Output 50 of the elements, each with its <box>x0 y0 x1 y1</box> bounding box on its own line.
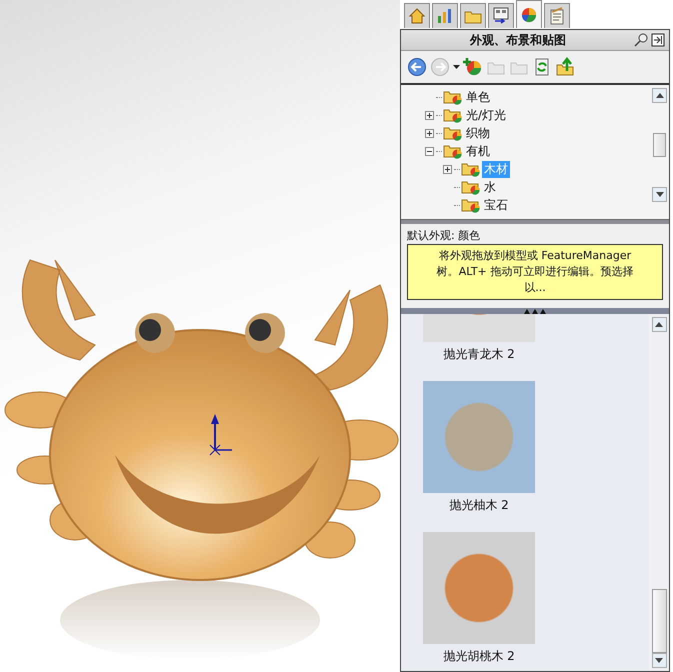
coordinate-triad-icon <box>210 414 232 456</box>
home-icon <box>408 7 426 25</box>
scroll-thumb[interactable] <box>652 589 666 653</box>
expander-icon[interactable] <box>425 146 435 156</box>
tree-item[interactable]: 有机 <box>464 142 492 160</box>
appearance-folder-icon <box>461 197 481 213</box>
appearance-ball-icon <box>520 6 538 24</box>
add-appearance-icon <box>463 57 483 77</box>
property-icon <box>492 7 510 25</box>
expander-icon[interactable] <box>425 128 435 138</box>
default-appearance-label: 默认外观: 颜色 <box>406 228 482 244</box>
tree-item[interactable]: 织物 <box>464 124 492 142</box>
splitter-handle[interactable] <box>401 308 669 314</box>
tree-item[interactable]: 宝石 <box>482 196 510 214</box>
appearance-caption: 抛光柚木 2 <box>449 497 509 514</box>
scroll-up-icon[interactable] <box>652 317 666 332</box>
scroll-down-icon[interactable] <box>652 187 667 202</box>
appearance-folder-icon <box>443 143 463 159</box>
tab[interactable] <box>404 3 430 28</box>
forward-icon <box>430 57 450 77</box>
appearance-caption: 抛光胡桃木 2 <box>443 648 515 665</box>
appearance-folder-icon <box>443 107 463 123</box>
tree-item[interactable]: 光/灯光 <box>464 106 508 124</box>
appearance-caption: 抛光青龙木 2 <box>443 346 515 363</box>
tab[interactable] <box>488 3 514 28</box>
expander-icon[interactable] <box>443 164 453 174</box>
tree-item[interactable]: 水 <box>482 178 498 196</box>
tab[interactable] <box>516 0 542 28</box>
expander-icon[interactable] <box>425 110 435 120</box>
tooltip: 将外观拖放到模型或 FeatureManager 树。ALT+ 拖动可立即进行编辑。预选择以... <box>407 244 663 300</box>
back-icon <box>407 57 427 77</box>
toolbar-button[interactable] <box>407 57 427 77</box>
chart-icon <box>436 7 454 25</box>
appearance-folder-icon <box>443 125 463 141</box>
caret-icon <box>453 65 460 69</box>
clipboard-icon <box>548 7 566 25</box>
panel-title: 外观、布景和贴图 <box>468 32 567 48</box>
appearance-folder-icon <box>461 179 481 195</box>
tab[interactable] <box>544 3 570 28</box>
appearance-folder-icon <box>461 161 481 177</box>
appearance-folder-icon <box>443 89 463 105</box>
grip-icon[interactable] <box>524 308 546 314</box>
scrollbar[interactable] <box>649 314 669 671</box>
collapse-panel-icon[interactable] <box>651 33 665 47</box>
toolbar-button[interactable] <box>453 65 460 69</box>
scroll-down-icon[interactable] <box>652 653 666 668</box>
tree-item[interactable]: 单色 <box>464 88 492 106</box>
up-folder-icon <box>555 57 575 77</box>
scroll-up-icon[interactable] <box>652 88 667 103</box>
scroll-thumb[interactable] <box>653 133 666 157</box>
